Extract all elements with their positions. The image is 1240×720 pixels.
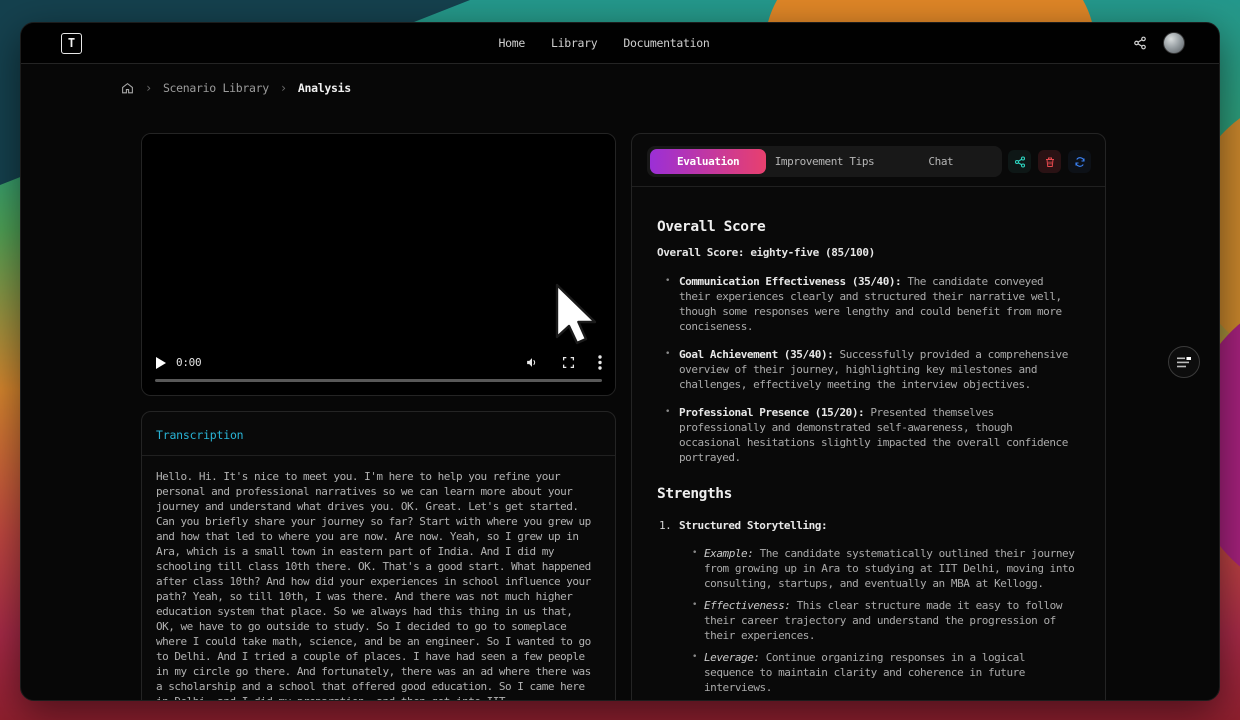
app-logo-letter: T [68,36,75,50]
evaluation-panel: Evaluation Improvement Tips Chat [631,133,1106,701]
transcription-title: Transcription [156,428,601,442]
video-player[interactable]: 0:00 [142,134,615,395]
strength-title: Structured Storytelling: [679,519,827,532]
breadcrumb-home-button[interactable] [121,82,134,95]
main-nav: Home Library Documentation [499,36,710,50]
tab-evaluation[interactable]: Evaluation [650,149,766,174]
desktop-background: T Home Library Documentation [0,0,1240,720]
app-logo[interactable]: T [61,33,82,54]
bullet-icon: • [665,405,670,420]
criteria-list: • Communication Effectiveness (35/40): T… [657,274,1080,465]
nav-link-home[interactable]: Home [499,36,526,50]
tab-chat[interactable]: Chat [883,149,999,174]
panel-actions [1008,150,1091,173]
list-item: • Example: The candidate systematically … [657,546,1080,591]
volume-button[interactable] [525,356,539,369]
transcription-card: Transcription Hello. Hi. It's nice to me… [141,411,616,701]
strengths-heading: Strengths [657,486,1080,502]
breadcrumb: › Scenario Library › Analysis [121,81,1219,95]
tab-improvement-tips[interactable]: Improvement Tips [766,149,882,174]
home-icon [121,82,134,95]
evaluation-content: Overall Score Overall Score: eighty-five… [632,187,1105,701]
overall-score-value: Overall Score: eighty-five (85/100) [657,246,1080,259]
share-icon [1133,36,1147,50]
video-controls-right [525,355,602,370]
refresh-icon [1074,156,1086,168]
delete-button[interactable] [1038,150,1061,173]
video-time: 0:00 [176,356,201,369]
breadcrumb-item-analysis: Analysis [298,81,351,95]
point-text: The candidate systematically outlined th… [704,547,1074,590]
chevron-right-icon: › [145,81,152,95]
share-evaluation-button[interactable] [1008,150,1031,173]
video-player-card: 0:00 [141,133,616,396]
fullscreen-icon [562,356,575,369]
transcription-header: Transcription [142,412,615,456]
user-avatar[interactable] [1163,32,1185,54]
video-controls: 0:00 [155,355,602,370]
criterion-label: Professional Presence (15/20): [679,406,864,419]
kebab-menu-icon [598,355,602,370]
strength-points-list: • Example: The candidate systematically … [657,546,1080,695]
bullet-icon: • [665,347,670,362]
panel-tabs: Evaluation Improvement Tips Chat [647,146,1002,177]
bullet-icon: • [665,274,670,289]
bullet-icon: • [692,598,697,613]
app-window: T Home Library Documentation [20,22,1220,701]
criterion-label: Communication Effectiveness (35/40): [679,275,901,288]
evaluation-panel-header: Evaluation Improvement Tips Chat [632,134,1105,186]
side-panel-toggle-button[interactable] [1168,346,1200,378]
list-item: • Professional Presence (15/20): Present… [657,405,1080,465]
video-progress-bar[interactable] [155,379,602,382]
strength-number: 1. [659,518,671,533]
bullet-icon: • [692,546,697,561]
top-navbar: T Home Library Documentation [21,23,1219,64]
list-item: • Leverage: Continue organizing response… [657,650,1080,695]
list-item: • Goal Achievement (35/40): Successfully… [657,347,1080,392]
refresh-button[interactable] [1068,150,1091,173]
bullet-icon: • [692,650,697,665]
overall-score-heading: Overall Score [657,219,1080,235]
strength-item: 1. Structured Storytelling: [657,518,1080,533]
share-icon [1014,156,1026,168]
nav-link-documentation[interactable]: Documentation [623,36,709,50]
nav-link-library[interactable]: Library [551,36,597,50]
point-label: Example: [704,547,753,560]
chevron-right-icon: › [280,81,287,95]
point-label: Effectiveness: [704,599,790,612]
trash-icon [1044,156,1056,168]
video-menu-button[interactable] [598,355,602,370]
fullscreen-button[interactable] [562,356,575,369]
navbar-right [1133,32,1185,54]
list-item: • Communication Effectiveness (35/40): T… [657,274,1080,334]
point-label: Leverage: [704,651,760,664]
transcription-text: Hello. Hi. It's nice to meet you. I'm he… [142,456,615,701]
play-icon [155,357,166,369]
list-icon [1177,357,1191,368]
breadcrumb-item-scenario-library[interactable]: Scenario Library [163,81,269,95]
volume-icon [525,356,539,369]
criterion-label: Goal Achievement (35/40): [679,348,833,361]
play-button[interactable] [155,357,166,369]
list-item: • Effectiveness: This clear structure ma… [657,598,1080,643]
share-button[interactable] [1133,36,1147,50]
